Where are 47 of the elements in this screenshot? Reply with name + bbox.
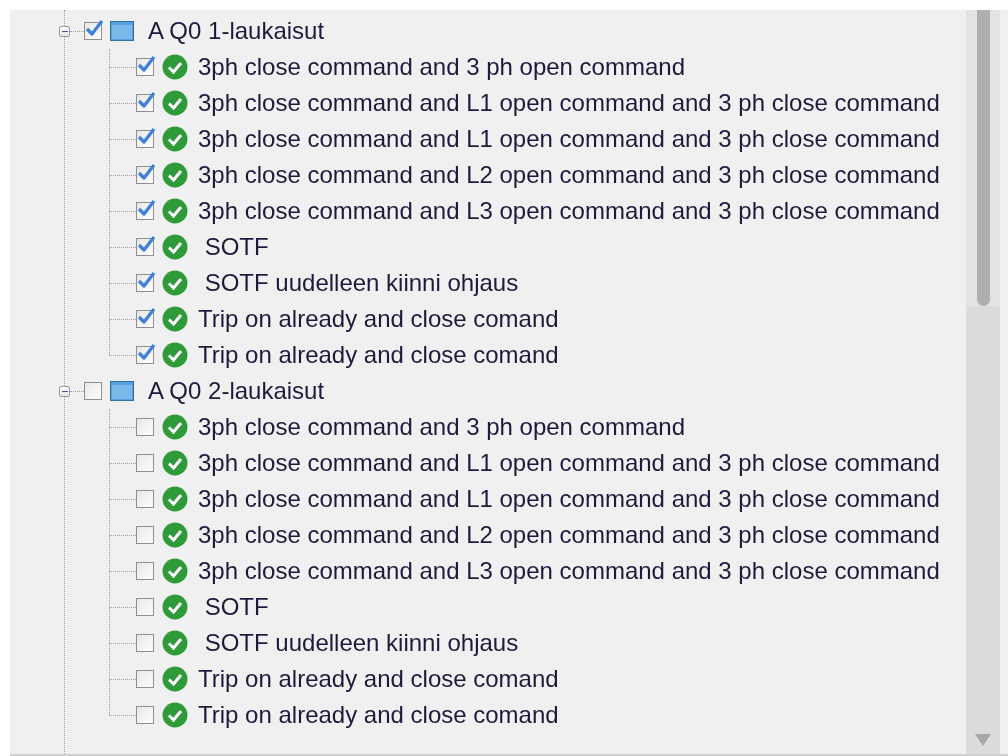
checkbox[interactable] — [136, 706, 154, 724]
tree-item-label[interactable]: SOTF uudelleen kiinni ohjaus — [198, 269, 519, 297]
checkbox[interactable] — [136, 166, 154, 184]
tree-item-label[interactable]: 3ph close command and L2 open command and 3 ph close command — [198, 161, 940, 189]
tree-item-label[interactable]: 3ph close command and L3 open command and 3 ph close command — [198, 557, 940, 585]
folder-icon — [110, 21, 134, 41]
checkbox[interactable] — [136, 634, 154, 652]
checkbox[interactable] — [136, 598, 154, 616]
tree-item-label[interactable]: SOTF — [198, 593, 269, 621]
tree-item-label[interactable]: 3ph close command and L2 open command and 3 ph close command — [198, 521, 940, 549]
tree-item-label[interactable]: 3ph close command and L1 open command and 3 ph close command — [198, 125, 940, 153]
checkbox[interactable] — [136, 490, 154, 508]
tree-item-label[interactable]: SOTF — [198, 233, 269, 261]
collapse-toggle[interactable] — [59, 25, 70, 37]
checkbox[interactable] — [136, 94, 154, 112]
checkbox[interactable] — [136, 526, 154, 544]
tree-item-label[interactable]: Trip on already and close comand — [198, 341, 559, 369]
checkbox[interactable] — [84, 382, 102, 400]
tree-item-label[interactable]: 3ph close command and L1 open command and 3 ph close command — [198, 449, 940, 477]
tree-item-label[interactable]: 3ph close command and L1 open command and 3 ph close command — [198, 89, 940, 117]
tree-item-label[interactable]: Trip on already and close comand — [198, 701, 559, 729]
tree-item-label[interactable]: 3ph close command and L3 open command and 3 ph close command — [198, 197, 940, 225]
checkbox[interactable] — [84, 22, 102, 40]
tree-item-label[interactable]: SOTF uudelleen kiinni ohjaus — [198, 629, 519, 657]
tree-item-label[interactable]: Trip on already and close comand — [198, 305, 559, 333]
tree-item-label[interactable]: 3ph close command and 3 ph open command — [198, 53, 685, 81]
checkbox[interactable] — [136, 202, 154, 220]
tree-item-label[interactable]: 3ph close command and L1 open command and 3 ph close command — [198, 485, 940, 513]
checkbox[interactable] — [136, 310, 154, 328]
checkbox[interactable] — [136, 238, 154, 256]
tree-item-label[interactable]: A Q0 2-laukaisut — [148, 377, 325, 405]
checkbox[interactable] — [136, 562, 154, 580]
checkbox[interactable] — [136, 346, 154, 364]
tree-item-label[interactable]: A Q0 1-laukaisut — [148, 17, 325, 45]
tree-item-label[interactable]: 3ph close command and 3 ph open command — [198, 413, 685, 441]
checkbox[interactable] — [136, 58, 154, 76]
tree-item-label[interactable]: Trip on already and close comand — [198, 665, 559, 693]
scrollbar-thumb[interactable] — [976, 10, 990, 306]
checkbox[interactable] — [136, 274, 154, 292]
checkbox[interactable] — [136, 670, 154, 688]
collapse-toggle[interactable] — [59, 385, 70, 397]
checkbox[interactable] — [136, 130, 154, 148]
checkbox[interactable] — [136, 454, 154, 472]
scrollbar[interactable] — [966, 10, 1000, 754]
scroll-down-icon[interactable] — [975, 734, 991, 746]
checkbox[interactable] — [136, 418, 154, 436]
folder-icon — [110, 381, 134, 401]
